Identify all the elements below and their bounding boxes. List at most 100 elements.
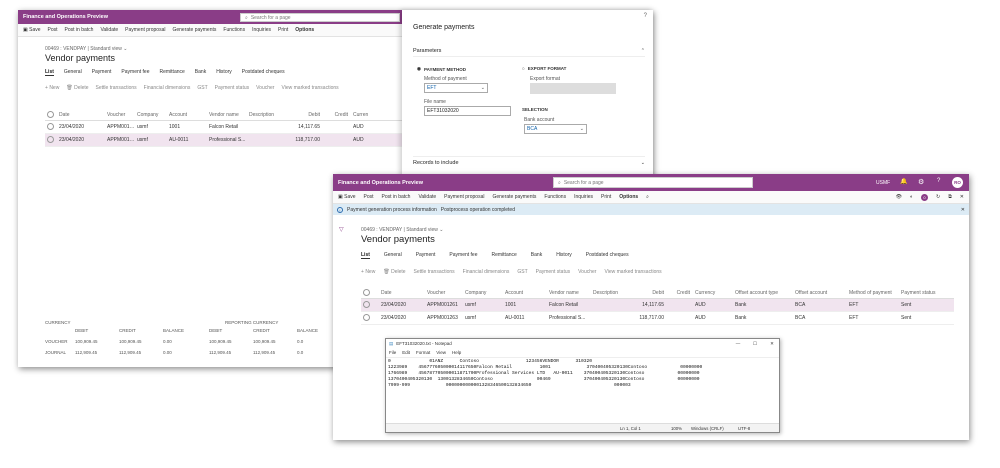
- notepad-menu-format[interactable]: Format: [416, 350, 430, 355]
- gst-button[interactable]: GST: [517, 269, 527, 275]
- row-select[interactable]: [45, 135, 57, 145]
- close-icon[interactable]: ✕: [961, 207, 969, 213]
- view-selector[interactable]: Standard view: [406, 227, 438, 233]
- help-icon[interactable]: ?: [937, 178, 940, 184]
- column-header[interactable]: Date: [57, 112, 105, 118]
- print-menu[interactable]: Print: [278, 27, 288, 33]
- fin-dims-menu[interactable]: Financial dimensions: [463, 269, 510, 275]
- tab-list[interactable]: List: [361, 252, 370, 259]
- validate-menu[interactable]: Validate: [418, 194, 436, 200]
- badge-icon[interactable]: 0: [921, 193, 929, 201]
- table-row[interactable]: 23/04/2020 APPM001261 usmf 1001 Falcon Retai…: [45, 121, 410, 134]
- bank-account-select[interactable]: BCA ⌄: [524, 124, 587, 134]
- new-button[interactable]: + New: [45, 85, 59, 91]
- column-header[interactable]: Description: [591, 290, 633, 296]
- gst-button[interactable]: GST: [197, 85, 207, 91]
- tab-general[interactable]: General: [64, 69, 82, 76]
- voucher-button[interactable]: Voucher: [578, 269, 596, 275]
- tab-general[interactable]: General: [384, 252, 402, 259]
- functions-menu[interactable]: Functions: [223, 27, 245, 33]
- settle-button[interactable]: Settle transactions: [414, 269, 455, 275]
- post-in-batch-button[interactable]: Post in batch: [65, 27, 94, 33]
- save-button[interactable]: ▣ Save: [338, 194, 356, 200]
- payment-proposal-menu[interactable]: Payment proposal: [444, 194, 484, 200]
- export-format-radio[interactable]: ○ EXPORT FORMAT: [522, 66, 566, 71]
- back-search-input[interactable]: ⌕ Search for a page: [240, 13, 400, 22]
- maximize-icon[interactable]: ☐: [748, 341, 762, 347]
- front-search-input[interactable]: ⌕ Search for a page: [553, 177, 753, 188]
- column-header[interactable]: Voucher: [105, 112, 135, 118]
- row-select[interactable]: [361, 300, 379, 310]
- refresh-icon[interactable]: ↻: [936, 194, 940, 200]
- notepad-menu-edit[interactable]: Edit: [402, 350, 410, 355]
- view-icon[interactable]: 👁: [896, 194, 902, 200]
- tab-history[interactable]: History: [216, 69, 232, 76]
- fin-dims-menu[interactable]: Financial dimensions: [144, 85, 191, 91]
- generate-payments-button[interactable]: Generate payments: [492, 194, 536, 200]
- method-of-payment-select[interactable]: EFT ⌄: [424, 83, 488, 93]
- column-header[interactable]: Credit: [667, 290, 693, 296]
- column-header[interactable]: Offset account type: [733, 290, 793, 296]
- payment-method-radio[interactable]: ◉ PAYMENT METHOD: [417, 66, 466, 72]
- column-header[interactable]: Curren: [351, 112, 376, 118]
- close-icon[interactable]: ✕: [765, 341, 779, 347]
- office-icon[interactable]: ◐: [910, 194, 913, 200]
- column-header[interactable]: Vendor name: [207, 112, 247, 118]
- popout-icon[interactable]: ⧉: [948, 194, 952, 200]
- parameters-section[interactable]: Parameters ⌃: [413, 48, 645, 57]
- functions-menu[interactable]: Functions: [544, 194, 566, 200]
- column-header[interactable]: Description: [247, 112, 285, 118]
- generate-payments-button[interactable]: Generate payments: [172, 27, 216, 33]
- view-marked-button[interactable]: View marked transactions: [281, 85, 338, 91]
- notifications-icon[interactable]: 🔔: [900, 178, 907, 185]
- minimize-icon[interactable]: —: [731, 341, 745, 346]
- notepad-menu-view[interactable]: View: [436, 350, 446, 355]
- gear-icon[interactable]: ⚙: [918, 178, 924, 186]
- avatar[interactable]: RO: [952, 177, 963, 188]
- save-button[interactable]: ▣ Save: [23, 27, 41, 33]
- company-selector[interactable]: USMF: [876, 180, 890, 186]
- filter-icon[interactable]: ▽: [339, 226, 344, 233]
- column-header[interactable]: Method of payment: [847, 290, 899, 296]
- post-in-batch-button[interactable]: Post in batch: [382, 194, 411, 200]
- tab-remittance[interactable]: Remittance: [492, 252, 517, 259]
- tab-list[interactable]: List: [45, 69, 54, 76]
- notepad-menu-file[interactable]: File: [389, 350, 396, 355]
- column-header[interactable]: Debit: [285, 112, 323, 118]
- settle-button[interactable]: Settle transactions: [96, 85, 137, 91]
- column-header[interactable]: Debit: [633, 290, 667, 296]
- table-row[interactable]: 23/04/2020 APPM001263 usmf AU-0011 Professio…: [361, 312, 954, 325]
- tab-bank[interactable]: Bank: [531, 252, 542, 259]
- tab-postdated-cheques[interactable]: Postdated cheques: [586, 252, 629, 259]
- validate-menu[interactable]: Validate: [100, 27, 118, 33]
- table-row[interactable]: 23/04/2020 APPM001263 usmf AU-0011 Professio…: [45, 134, 410, 147]
- row-select[interactable]: [361, 313, 379, 323]
- column-header[interactable]: Account: [167, 112, 207, 118]
- table-row[interactable]: 23/04/2020 APPM001261 usmf 1001 Falcon Retai…: [361, 299, 954, 312]
- tab-postdated-cheques[interactable]: Postdated cheques: [242, 69, 285, 76]
- new-button[interactable]: + New: [361, 269, 375, 275]
- column-header[interactable]: Offset account: [793, 290, 847, 296]
- tab-payment-fee[interactable]: Payment fee: [449, 252, 477, 259]
- column-header[interactable]: Account: [503, 290, 547, 296]
- view-marked-button[interactable]: View marked transactions: [604, 269, 661, 275]
- tab-payment[interactable]: Payment: [416, 252, 436, 259]
- column-header[interactable]: Date: [379, 290, 425, 296]
- tab-history[interactable]: History: [556, 252, 572, 259]
- notepad-text-area[interactable]: 0 01ANZ Contoso 123456VENDOR 310320 12239…: [386, 357, 779, 421]
- tab-payment-fee[interactable]: Payment fee: [121, 69, 149, 76]
- payment-status-menu[interactable]: Payment status: [215, 85, 249, 91]
- delete-button[interactable]: 🗑 Delete: [66, 85, 88, 91]
- view-selector[interactable]: Standard view: [90, 46, 122, 52]
- row-select[interactable]: [45, 122, 57, 132]
- inquiries-menu[interactable]: Inquiries: [574, 194, 593, 200]
- notepad-menu-help[interactable]: Help: [452, 350, 461, 355]
- voucher-button[interactable]: Voucher: [256, 85, 274, 91]
- payment-proposal-menu[interactable]: Payment proposal: [125, 27, 165, 33]
- column-header[interactable]: Company: [463, 290, 503, 296]
- file-name-field[interactable]: EFT31032020: [424, 106, 511, 116]
- inquiries-menu[interactable]: Inquiries: [252, 27, 271, 33]
- select-all-checkbox[interactable]: [45, 110, 57, 120]
- select-all-checkbox[interactable]: [361, 288, 379, 298]
- tab-payment[interactable]: Payment: [92, 69, 112, 76]
